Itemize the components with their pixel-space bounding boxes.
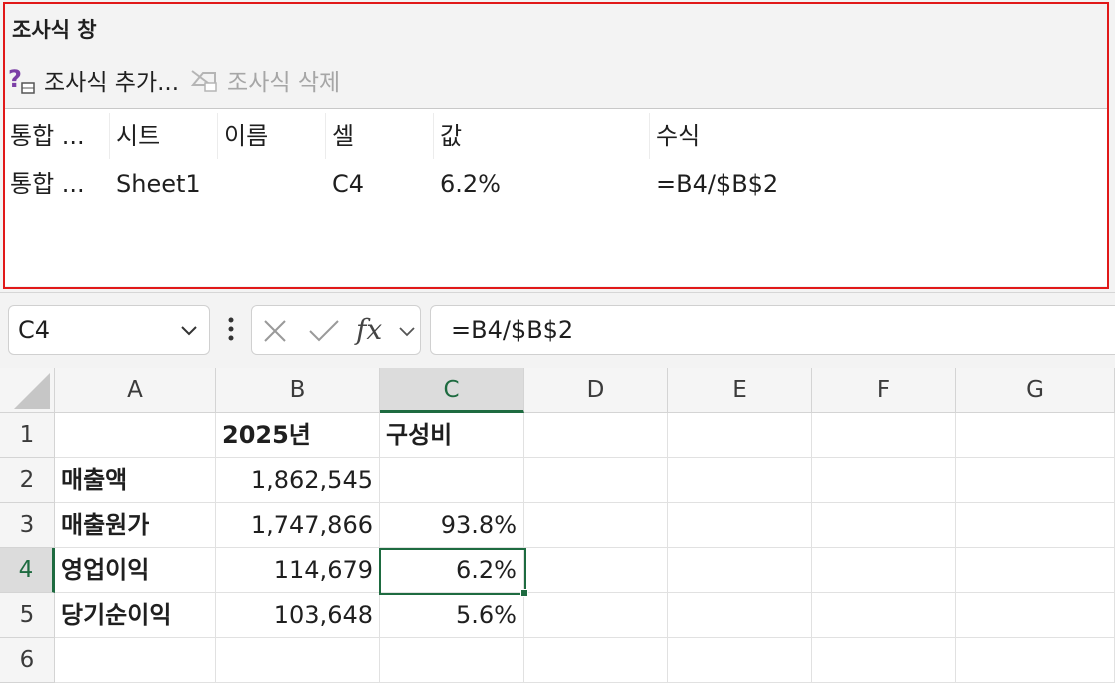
cell-g5[interactable]: [956, 593, 1115, 638]
cell-b1[interactable]: 2025년: [216, 413, 380, 458]
cell-e6[interactable]: [668, 638, 812, 683]
formula-bar: C4 fx =B4/$B$2: [0, 292, 1115, 368]
svg-text:?: ?: [8, 65, 22, 93]
cell-g3[interactable]: [956, 503, 1115, 548]
watch-cell: C4: [332, 170, 365, 198]
watch-window-pane: 조사식 창 ? 조사식 추가... 조사식 삭제 통합 ... 시트 이름 셀 …: [0, 0, 1115, 292]
column-header-a[interactable]: A: [55, 368, 216, 413]
watch-list-row[interactable]: 통합 ... Sheet1 C4 6.2% =B4/$B$2: [4, 161, 1107, 207]
watch-formula: =B4/$B$2: [656, 170, 779, 198]
name-box[interactable]: C4: [8, 305, 210, 355]
column-header-cell[interactable]: 셀: [326, 113, 434, 159]
worksheet-grid[interactable]: ABCDEFG 1 2025년 구성비 2 매출액 1,862,545 3 매출원가 1,747…: [0, 368, 1115, 698]
watch-toolbar: ? 조사식 추가... 조사식 삭제: [6, 58, 350, 102]
cell-a5[interactable]: 당기순이익: [55, 593, 216, 638]
column-header-f[interactable]: F: [812, 368, 956, 413]
row-header-4[interactable]: 4: [0, 548, 55, 593]
formula-input-value: =B4/$B$2: [451, 316, 574, 344]
row-header-1[interactable]: 1: [0, 413, 55, 458]
watch-window-title: 조사식 창: [12, 18, 97, 42]
cell-a1[interactable]: [55, 413, 216, 458]
add-watch-label: 조사식 추가...: [44, 70, 180, 96]
cell-d3[interactable]: [524, 503, 668, 548]
cell-d4[interactable]: [524, 548, 668, 593]
cell-f3[interactable]: [812, 503, 956, 548]
cell-g1[interactable]: [956, 413, 1115, 458]
row-header-3[interactable]: 3: [0, 503, 55, 548]
row-header-6[interactable]: 6: [0, 638, 55, 683]
cell-a3[interactable]: 매출원가: [55, 503, 216, 548]
add-watch-icon: ?: [8, 65, 35, 94]
column-header-d[interactable]: D: [524, 368, 668, 413]
cell-b2[interactable]: 1,862,545: [216, 458, 380, 503]
column-header-book[interactable]: 통합 ...: [4, 113, 110, 159]
column-header-value[interactable]: 값: [434, 113, 650, 159]
cell-b6[interactable]: [216, 638, 380, 683]
select-all-button[interactable]: [0, 368, 55, 413]
watch-list-header: 통합 ... 시트 이름 셀 값 수식: [4, 113, 1107, 159]
column-header-formula[interactable]: 수식: [650, 113, 1107, 159]
watch-value: 6.2%: [440, 170, 501, 198]
cell-d5[interactable]: [524, 593, 668, 638]
cell-c3[interactable]: 93.8%: [380, 503, 524, 548]
cell-g4[interactable]: [956, 548, 1115, 593]
select-all-triangle-icon: [14, 373, 50, 409]
formula-input[interactable]: =B4/$B$2: [430, 305, 1115, 355]
delete-watch-label: 조사식 삭제: [227, 70, 341, 96]
cell-b3[interactable]: 1,747,866: [216, 503, 380, 548]
row-header-5[interactable]: 5: [0, 593, 55, 638]
formula-actions: fx: [251, 305, 421, 355]
cell-f6[interactable]: [812, 638, 956, 683]
name-box-value: C4: [18, 316, 51, 344]
column-header-g[interactable]: G: [956, 368, 1115, 413]
fill-handle[interactable]: [520, 589, 528, 597]
cell-a6[interactable]: [55, 638, 216, 683]
cell-a2[interactable]: 매출액: [55, 458, 216, 503]
cell-c5[interactable]: 5.6%: [380, 593, 524, 638]
cell-e2[interactable]: [668, 458, 812, 503]
delete-watch-button[interactable]: 조사식 삭제: [189, 58, 350, 102]
cell-a4[interactable]: 영업이익: [55, 548, 216, 593]
column-header-row: ABCDEFG: [0, 368, 1115, 413]
cell-e3[interactable]: [668, 503, 812, 548]
cell-d1[interactable]: [524, 413, 668, 458]
watch-name: [218, 161, 326, 207]
column-header-e[interactable]: E: [668, 368, 812, 413]
cell-c1[interactable]: 구성비: [380, 413, 524, 458]
watch-sheet: Sheet1: [116, 170, 201, 198]
chevron-down-icon[interactable]: [398, 322, 416, 340]
cell-b5[interactable]: 103,648: [216, 593, 380, 638]
vertical-dots-icon[interactable]: [226, 315, 236, 345]
add-watch-button[interactable]: ? 조사식 추가...: [6, 58, 189, 102]
cell-e5[interactable]: [668, 593, 812, 638]
cell-g6[interactable]: [956, 638, 1115, 683]
column-header-c[interactable]: C: [380, 368, 524, 413]
cell-f1[interactable]: [812, 413, 956, 458]
watch-list[interactable]: 통합 ... 시트 이름 셀 값 수식 통합 ... Sheet1 C4 6.2…: [4, 108, 1107, 286]
cell-d6[interactable]: [524, 638, 668, 683]
cell-f4[interactable]: [812, 548, 956, 593]
cell-b4[interactable]: 114,679: [216, 548, 380, 593]
insert-function-icon[interactable]: fx: [356, 310, 382, 350]
cell-e1[interactable]: [668, 413, 812, 458]
chevron-down-icon[interactable]: [179, 320, 199, 340]
cell-f2[interactable]: [812, 458, 956, 503]
delete-watch-icon: [190, 70, 217, 92]
checkmark-icon[interactable]: [308, 318, 340, 344]
cell-c6[interactable]: [380, 638, 524, 683]
column-header-b[interactable]: B: [216, 368, 380, 413]
cell-f5[interactable]: [812, 593, 956, 638]
row-header-2[interactable]: 2: [0, 458, 55, 503]
column-header-sheet[interactable]: 시트: [110, 113, 218, 159]
cell-d2[interactable]: [524, 458, 668, 503]
cell-c4[interactable]: 6.2%: [380, 548, 524, 593]
column-header-name[interactable]: 이름: [218, 113, 326, 159]
cancel-icon[interactable]: [262, 318, 288, 344]
cell-g2[interactable]: [956, 458, 1115, 503]
cell-e4[interactable]: [668, 548, 812, 593]
watch-book: 통합 ...: [10, 170, 85, 198]
cell-c2[interactable]: [380, 458, 524, 503]
